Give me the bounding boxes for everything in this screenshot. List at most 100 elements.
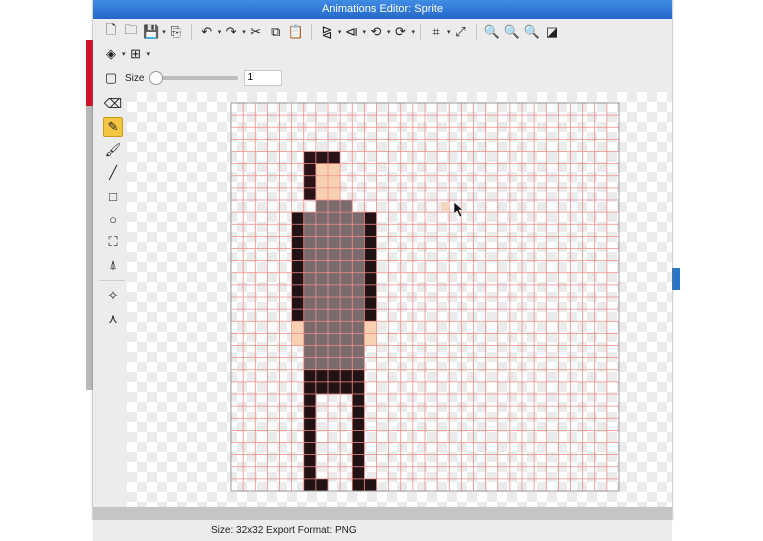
line-tool-icon[interactable]: ╱: [103, 163, 123, 183]
sprite-pixel: [291, 297, 305, 310]
window-title[interactable]: Animations Editor: Sprite: [93, 0, 672, 19]
layers-icon[interactable]: ◈: [101, 44, 121, 64]
eyedropper-tool-icon[interactable]: ⍋: [103, 255, 123, 275]
sprite-pixel: [315, 284, 329, 298]
resize-icon[interactable]: ⤢: [451, 22, 471, 42]
sprite-pixel: [315, 200, 329, 213]
sprite-pixel: [303, 248, 317, 261]
sprite-pixel: [352, 430, 365, 443]
attach-points-tool-icon[interactable]: ⋏: [103, 309, 123, 329]
sprite-pixel: [364, 284, 377, 298]
sprite-pixel: [303, 466, 317, 480]
sprite-canvas[interactable]: [127, 92, 672, 507]
sprite-pixel: [315, 309, 329, 322]
fill-bucket-tool-icon[interactable]: ⛶: [103, 232, 123, 252]
rotate-right-icon[interactable]: ⟳: [390, 22, 410, 42]
sprite-pixel: [352, 369, 365, 383]
sprite-pixel: [340, 333, 353, 346]
sprite-pixel: [340, 272, 353, 286]
sprite-pixel: [315, 272, 329, 286]
canvas-area[interactable]: [127, 92, 672, 507]
sprite-pixel: [328, 272, 341, 286]
export-icon[interactable]: ⎘: [166, 22, 186, 42]
dropdown-caret-icon[interactable]: ▾: [147, 50, 151, 58]
sprite-pixel: [303, 236, 317, 249]
selection-toggle-icon[interactable]: ▢: [101, 68, 121, 88]
sprite-pixel: [328, 187, 341, 201]
sprite-pixel: [352, 381, 365, 395]
sprite-pixel: [340, 321, 353, 334]
size-slider[interactable]: [149, 71, 239, 85]
flip-vertical-icon[interactable]: ⧏: [341, 22, 361, 42]
dropdown-caret-icon[interactable]: ▾: [411, 28, 415, 36]
tool-sidebar: ⌫ ✎ 🖌 ╱ □ ○ ⛶ ⍋ ✧ ⋏: [93, 92, 127, 507]
sprite-pixel: [303, 333, 317, 346]
toolbar-separator: [475, 24, 477, 40]
open-folder-icon[interactable]: 🗀: [121, 22, 141, 42]
grid-icon[interactable]: ⊞: [126, 44, 146, 64]
redo-icon[interactable]: ↷: [221, 22, 241, 42]
sprite-pixel: [303, 260, 317, 274]
sprite-pixel: [352, 442, 365, 455]
sprite-pixel: [352, 345, 365, 358]
sprite-pixel: [352, 406, 365, 419]
animations-editor-window: Animations Editor: Sprite 🗋 🗀 💾 ▾ ⎘ ↶ ▾ ↷ ▾ ✂ ⧉ 📋 ⧎ ▾…: [93, 0, 672, 520]
sprite-pixel: [315, 224, 329, 237]
sprite-pixel: [291, 272, 305, 286]
sprite-pixel: [328, 175, 341, 189]
sprite-pixel: [303, 309, 317, 322]
sprite-pixel: [352, 454, 365, 468]
paste-icon[interactable]: 📋: [286, 22, 306, 42]
sprite-pixel: [303, 418, 317, 431]
sprite-pixel: [364, 248, 377, 261]
zoom-in-icon[interactable]: 🔍: [482, 22, 502, 42]
ellipse-tool-icon[interactable]: ○: [103, 209, 123, 229]
toggle-background-icon[interactable]: ◪: [542, 22, 562, 42]
background-red-strip: [86, 40, 93, 106]
rectangle-tool-icon[interactable]: □: [103, 186, 123, 206]
sprite-pixel: [303, 369, 317, 383]
sprite-pixel: [315, 321, 329, 334]
toolbar-separator: [310, 24, 312, 40]
sprite-pixel: [328, 163, 341, 177]
save-icon[interactable]: 💾: [141, 22, 161, 42]
sprite-pixel: [315, 163, 329, 177]
size-input[interactable]: 1: [244, 70, 283, 86]
cut-icon[interactable]: ✂: [246, 22, 266, 42]
toolbar-row-main: 🗋 🗀 💾 ▾ ⎘ ↶ ▾ ↷ ▾ ✂ ⧉ 📋 ⧎ ▾ ⧏ ▾ ⟲ ▾ ⟳ ▾ ⌗ ▾ ⤢ 🔍 🔍 🔍 ◪: [101, 21, 562, 43]
sprite-pixel: [315, 175, 329, 189]
sprite-pixel: [328, 357, 341, 371]
sprite-pixel: [352, 212, 365, 225]
sprite-pixel: [303, 394, 317, 407]
rotate-left-icon[interactable]: ⟲: [366, 22, 386, 42]
sprite-pixel: [315, 333, 329, 346]
sprite-pixel: [303, 187, 317, 201]
size-slider-thumb[interactable]: [149, 71, 164, 85]
eraser-tool-icon[interactable]: ⌫: [103, 94, 123, 114]
pencil-tool-icon[interactable]: ✎: [103, 117, 123, 137]
sprite-pixel: [303, 430, 317, 443]
origin-point-tool-icon[interactable]: ✧: [103, 286, 123, 306]
toolbar-row-secondary: ◈ ▾ ⊞ ▾: [101, 43, 150, 65]
sprite-pixel: [303, 381, 317, 395]
sprite-pixel: [328, 284, 341, 298]
sprite-pixel: [340, 309, 353, 322]
sprite-pixel: [291, 260, 305, 274]
undo-icon[interactable]: ↶: [197, 22, 217, 42]
size-label: Size: [125, 72, 145, 84]
sprite-pixel: [303, 297, 317, 310]
sprite-pixel: [364, 309, 377, 322]
new-file-icon[interactable]: 🗋: [101, 22, 121, 42]
sprite-pixel: [352, 284, 365, 298]
zoom-fit-icon[interactable]: 🔍: [522, 22, 542, 42]
copy-icon[interactable]: ⧉: [266, 22, 286, 42]
zoom-out-icon[interactable]: 🔍: [502, 22, 522, 42]
flip-horizontal-icon[interactable]: ⧎: [317, 22, 337, 42]
sprite-pixel: [315, 381, 329, 395]
brush-tool-icon[interactable]: 🖌: [103, 140, 123, 160]
transparency-checkerboard: [127, 92, 672, 507]
sprite-pixel: [315, 297, 329, 310]
toolbar-row-brush-size: ▢ Size 1: [101, 67, 283, 89]
sprite-pixel: [315, 248, 329, 261]
crop-icon[interactable]: ⌗: [426, 22, 446, 42]
